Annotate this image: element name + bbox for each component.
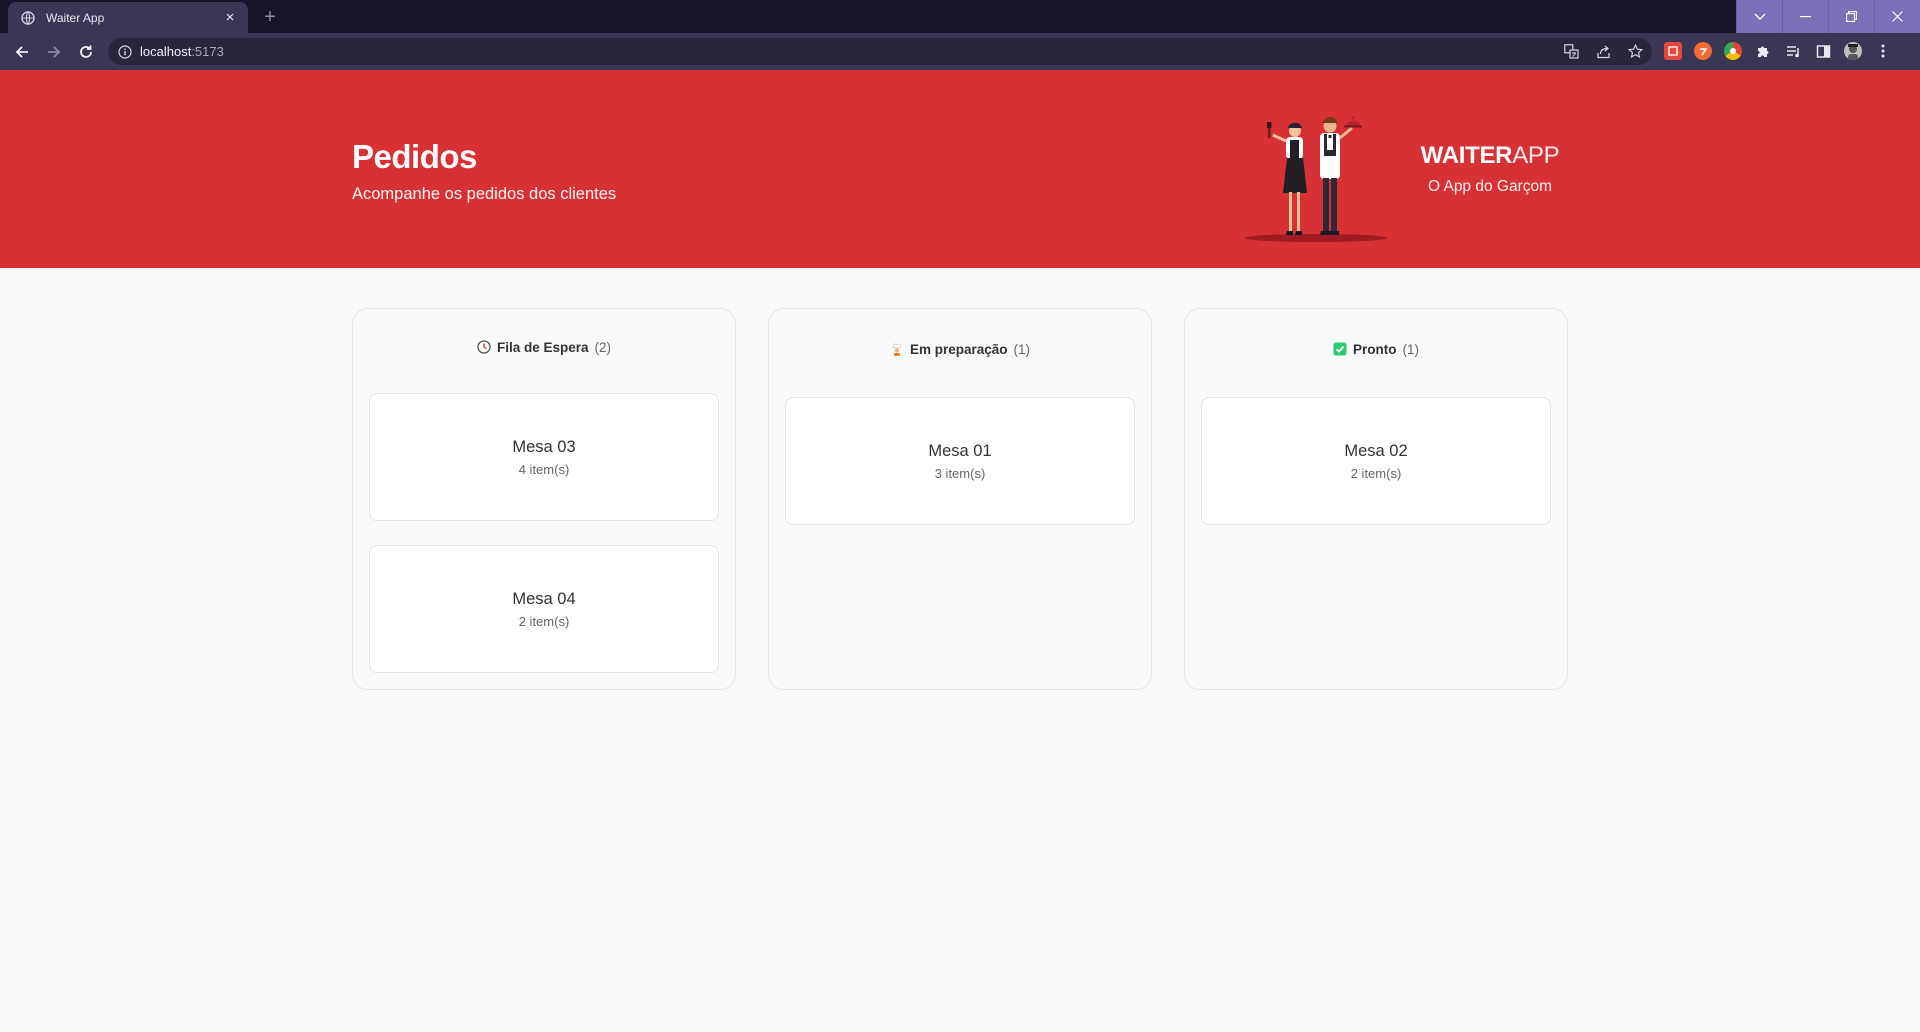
address-bar[interactable]: localhost:5173 [108, 38, 1652, 65]
brand-light: APP [1512, 142, 1560, 169]
forward-button[interactable] [42, 40, 66, 64]
column-title: Em preparação [909, 341, 1008, 357]
column-count: (2) [594, 339, 612, 355]
column-count: (1) [1402, 341, 1420, 357]
order-card-mesa-04[interactable]: Mesa 04 2 item(s) [369, 545, 719, 673]
column-ready: Pronto (1) Mesa 02 2 item(s) [1184, 308, 1568, 690]
orders-list: Mesa 03 4 item(s) Mesa 04 2 item(s) [369, 393, 719, 673]
column-count: (1) [1013, 341, 1031, 357]
order-table-name: Mesa 03 [512, 437, 576, 456]
clock-icon [477, 340, 491, 354]
order-table-name: Mesa 04 [512, 589, 576, 608]
tab-search-button[interactable] [1736, 0, 1782, 33]
browser-toolbar: localhost:5173 [0, 33, 1920, 70]
column-waiting: Fila de Espera (2) Mesa 03 4 item(s) Mes… [352, 308, 736, 690]
brand-slogan: O App do Garçom [1427, 178, 1553, 195]
orders-board: Fila de Espera (2) Mesa 03 4 item(s) Mes… [352, 308, 1568, 690]
app-header: Pedidos Acompanhe os pedidos dos cliente… [0, 70, 1920, 268]
url-host: localhost [140, 44, 192, 59]
column-header: Em preparação (1) [890, 325, 1030, 373]
chevron-down-icon [1754, 13, 1765, 20]
order-table-name: Mesa 01 [928, 441, 992, 460]
info-icon[interactable] [118, 44, 132, 59]
reload-icon [80, 45, 92, 58]
order-card-mesa-03[interactable]: Mesa 03 4 item(s) [369, 393, 719, 521]
browser-tabstrip: Waiter App × + [0, 0, 1920, 33]
page-title: Pedidos [352, 138, 477, 175]
close-window-button[interactable] [1874, 0, 1920, 33]
menu-kebab-icon[interactable] [1874, 42, 1892, 60]
profile-avatar[interactable] [1844, 42, 1862, 60]
order-table-name: Mesa 02 [1344, 441, 1408, 460]
extension-red-icon[interactable] [1664, 42, 1682, 60]
check-icon [1333, 342, 1347, 356]
bookmark-star-icon[interactable] [1626, 42, 1644, 60]
column-in-preparation: Em preparação (1) Mesa 01 3 item(s) [768, 308, 1152, 690]
new-tab-button[interactable]: + [258, 6, 282, 28]
order-item-count: 2 item(s) [518, 613, 570, 629]
order-item-count: 3 item(s) [934, 465, 986, 481]
orders-list: Mesa 01 3 item(s) [785, 397, 1135, 525]
puzzle-icon[interactable] [1754, 42, 1772, 60]
order-card-mesa-02[interactable]: Mesa 02 2 item(s) [1201, 397, 1551, 525]
column-title: Pronto [1353, 341, 1397, 357]
waiters-illustration [1244, 116, 1388, 242]
arrow-right-icon [48, 46, 61, 58]
extension-orange-icon[interactable] [1694, 42, 1712, 60]
window-controls [1736, 0, 1920, 33]
minimize-icon [1800, 15, 1811, 17]
globe-icon [20, 10, 36, 26]
orders-list: Mesa 02 2 item(s) [1201, 397, 1551, 525]
cook-icon [890, 342, 904, 356]
arrow-left-icon [15, 46, 28, 58]
brand-block: WAITERAPP O App do Garçom [1420, 142, 1560, 196]
brand-logo-text: WAITERAPP [1420, 142, 1560, 170]
column-title: Fila de Espera [496, 339, 589, 355]
media-playlist-icon[interactable] [1784, 42, 1802, 60]
url-port: :5173 [191, 44, 224, 59]
close-icon [1892, 11, 1903, 22]
order-card-mesa-01[interactable]: Mesa 01 3 item(s) [785, 397, 1135, 525]
back-button[interactable] [10, 40, 34, 64]
extensions-area [1664, 42, 1892, 60]
browser-tab-waiter-app[interactable]: Waiter App × [8, 2, 248, 33]
page-subtitle: Acompanhe os pedidos dos clientes [352, 185, 617, 203]
column-header: Pronto (1) [1333, 325, 1419, 373]
side-panel-icon[interactable] [1814, 42, 1832, 60]
order-item-count: 2 item(s) [1350, 465, 1402, 481]
order-item-count: 4 item(s) [518, 461, 570, 477]
minimize-button[interactable] [1782, 0, 1828, 33]
extension-color-icon[interactable] [1724, 42, 1742, 60]
restore-button[interactable] [1828, 0, 1874, 33]
reload-button[interactable] [74, 40, 98, 64]
restore-icon [1846, 11, 1857, 22]
translate-icon[interactable] [1562, 42, 1580, 60]
column-header: Fila de Espera (2) [477, 325, 611, 369]
share-icon[interactable] [1594, 42, 1612, 60]
close-tab-icon[interactable]: × [222, 9, 238, 26]
brand-bold: WAITER [1420, 142, 1513, 169]
tab-title: Waiter App [46, 10, 105, 25]
